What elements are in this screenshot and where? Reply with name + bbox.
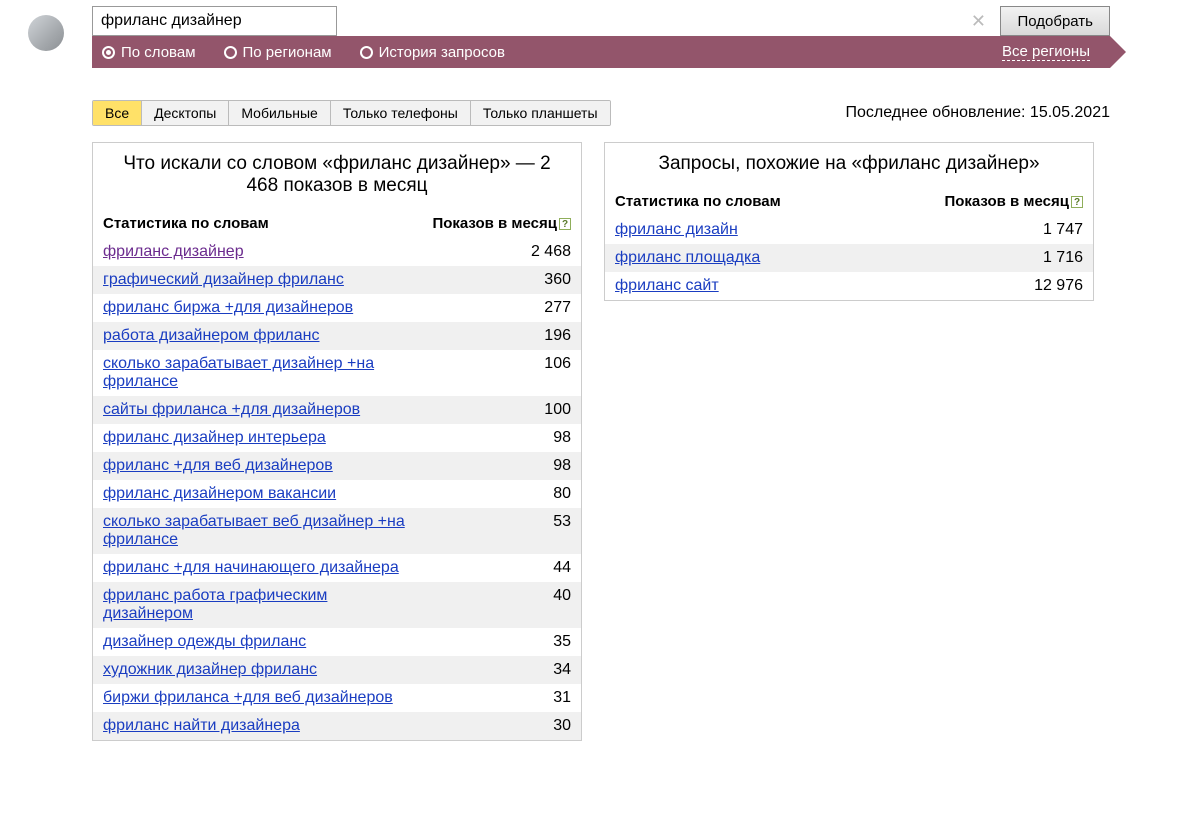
impressions-value: 44	[422, 554, 581, 582]
radio-icon	[102, 46, 115, 59]
keyword-link[interactable]: фриланс дизайнером вакансии	[103, 485, 336, 502]
impressions-value: 98	[422, 452, 581, 480]
content: Что искали со словом «фриланс дизайнер» …	[92, 142, 1110, 741]
impressions-value: 2 468	[422, 238, 581, 266]
search-wrap: ✕	[92, 6, 994, 36]
table-row: сколько зарабатывает дизайнер +на фрилан…	[93, 350, 581, 396]
col-statistics: Статистика по словам	[605, 189, 868, 216]
region-selector[interactable]: Все регионы	[1002, 43, 1090, 61]
left-table: Статистика по словам Показов в месяц? фр…	[93, 211, 581, 740]
impressions-value: 106	[422, 350, 581, 396]
impressions-value: 12 976	[868, 272, 1093, 300]
keyword-link[interactable]: сайты фриланса +для дизайнеров	[103, 401, 360, 418]
table-row: фриланс площадка 1 716	[605, 244, 1093, 272]
impressions-value: 196	[422, 322, 581, 350]
help-icon[interactable]: ?	[1071, 196, 1083, 208]
keyword-link[interactable]: фриланс дизайнер интерьера	[103, 429, 326, 446]
header: ✕ Подобрать По словам По регионам Истори…	[92, 6, 1110, 68]
impressions-value: 30	[422, 712, 581, 740]
impressions-value: 1 716	[868, 244, 1093, 272]
table-row: фриланс дизайнером вакансии 80	[93, 480, 581, 508]
radio-icon	[224, 46, 237, 59]
left-panel: Что искали со словом «фриланс дизайнер» …	[92, 142, 582, 741]
table-row: художник дизайнер фриланс 34	[93, 656, 581, 684]
keyword-link[interactable]: фриланс дизайн	[615, 221, 738, 238]
keyword-link[interactable]: сколько зарабатывает дизайнер +на фрилан…	[103, 355, 374, 390]
table-row: фриланс сайт 12 976	[605, 272, 1093, 300]
table-row: дизайнер одежды фриланс 35	[93, 628, 581, 656]
keyword-link[interactable]: фриланс +для веб дизайнеров	[103, 457, 333, 474]
right-panel-title: Запросы, похожие на «фриланс дизайнер»	[605, 143, 1093, 189]
last-update: Последнее обновление: 15.05.2021	[846, 104, 1111, 122]
table-row: фриланс дизайнер интерьера 98	[93, 424, 581, 452]
radio-by-regions[interactable]: По регионам	[224, 44, 332, 61]
impressions-value: 31	[422, 684, 581, 712]
right-panel: Запросы, похожие на «фриланс дизайнер» С…	[604, 142, 1094, 301]
keyword-link[interactable]: фриланс биржа +для дизайнеров	[103, 299, 353, 316]
keyword-link[interactable]: художник дизайнер фриланс	[103, 661, 317, 678]
impressions-value: 1 747	[868, 216, 1093, 244]
radio-by-words[interactable]: По словам	[102, 44, 196, 61]
keyword-link[interactable]: фриланс сайт	[615, 277, 719, 294]
col-statistics: Статистика по словам	[93, 211, 422, 238]
search-row: ✕ Подобрать	[92, 6, 1110, 36]
keyword-link[interactable]: фриланс найти дизайнера	[103, 717, 300, 734]
table-row: фриланс +для начинающего дизайнера 44	[93, 554, 581, 582]
keyword-link[interactable]: биржи фриланса +для веб дизайнеров	[103, 689, 393, 706]
table-row: фриланс работа графическим дизайнером 40	[93, 582, 581, 628]
impressions-value: 100	[422, 396, 581, 424]
table-row: работа дизайнером фриланс 196	[93, 322, 581, 350]
impressions-value: 98	[422, 424, 581, 452]
impressions-value: 40	[422, 582, 581, 628]
submit-button[interactable]: Подобрать	[1000, 6, 1110, 36]
table-row: фриланс дизайн 1 747	[605, 216, 1093, 244]
table-row: графический дизайнер фриланс 360	[93, 266, 581, 294]
impressions-value: 34	[422, 656, 581, 684]
table-row: фриланс биржа +для дизайнеров 277	[93, 294, 581, 322]
right-table: Статистика по словам Показов в месяц? фр…	[605, 189, 1093, 300]
radio-icon	[360, 46, 373, 59]
keyword-link[interactable]: сколько зарабатывает веб дизайнер +на фр…	[103, 513, 405, 548]
toolbar: Все Десктопы Мобильные Только телефоны Т…	[92, 100, 1110, 126]
radio-label: По словам	[121, 44, 196, 61]
tab-tablets[interactable]: Только планшеты	[471, 101, 610, 125]
impressions-value: 360	[422, 266, 581, 294]
site-logo	[28, 15, 68, 55]
tab-mobile[interactable]: Мобильные	[229, 101, 331, 125]
keyword-link[interactable]: работа дизайнером фриланс	[103, 327, 320, 344]
radio-label: По регионам	[243, 44, 332, 61]
keyword-link[interactable]: фриланс работа графическим дизайнером	[103, 587, 327, 622]
left-panel-title: Что искали со словом «фриланс дизайнер» …	[93, 143, 581, 211]
keyword-link[interactable]: фриланс +для начинающего дизайнера	[103, 559, 399, 576]
clear-icon[interactable]: ✕	[970, 13, 986, 29]
impressions-value: 80	[422, 480, 581, 508]
logo-icon	[28, 15, 64, 51]
table-row: фриланс найти дизайнера 30	[93, 712, 581, 740]
table-row: фриланс +для веб дизайнеров 98	[93, 452, 581, 480]
impressions-value: 277	[422, 294, 581, 322]
tab-all[interactable]: Все	[93, 101, 142, 125]
radio-label: История запросов	[379, 44, 505, 61]
keyword-link[interactable]: дизайнер одежды фриланс	[103, 633, 306, 650]
help-icon[interactable]: ?	[559, 218, 571, 230]
table-row: сколько зарабатывает веб дизайнер +на фр…	[93, 508, 581, 554]
tab-phones[interactable]: Только телефоны	[331, 101, 471, 125]
filter-bar: По словам По регионам История запросов В…	[92, 36, 1110, 68]
table-row: биржи фриланса +для веб дизайнеров 31	[93, 684, 581, 712]
col-impressions: Показов в месяц?	[422, 211, 581, 238]
table-row: фриланс дизайнер 2 468	[93, 238, 581, 266]
impressions-value: 53	[422, 508, 581, 554]
search-input[interactable]	[92, 6, 337, 36]
keyword-link[interactable]: фриланс дизайнер	[103, 243, 244, 260]
col-impressions: Показов в месяц?	[868, 189, 1093, 216]
radio-history[interactable]: История запросов	[360, 44, 505, 61]
table-row: сайты фриланса +для дизайнеров 100	[93, 396, 581, 424]
impressions-value: 35	[422, 628, 581, 656]
tab-desktops[interactable]: Десктопы	[142, 101, 229, 125]
keyword-link[interactable]: фриланс площадка	[615, 249, 760, 266]
device-tabs: Все Десктопы Мобильные Только телефоны Т…	[92, 100, 611, 126]
keyword-link[interactable]: графический дизайнер фриланс	[103, 271, 344, 288]
